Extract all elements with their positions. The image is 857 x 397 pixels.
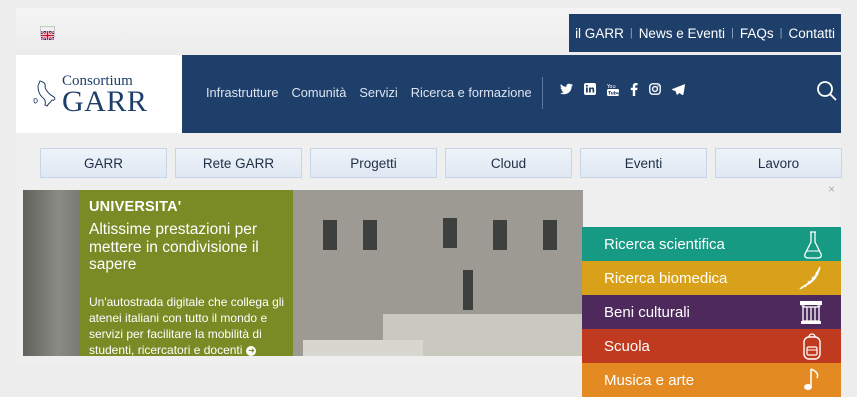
main-header: Consortium GARR Infrastrutture Comunità …	[16, 55, 841, 133]
main-nav: Infrastrutture Comunità Servizi Ricerca …	[206, 85, 545, 100]
nav-divider	[542, 77, 543, 109]
search-icon[interactable]	[816, 80, 838, 107]
side-item-label: Scuola	[604, 338, 650, 355]
hero-kicker: UNIVERSITA'	[89, 199, 182, 215]
top-strip: il GARR | News e Eventi | FAQs | Contatt…	[16, 8, 841, 55]
side-item-label: Ricerca biomedica	[604, 270, 728, 287]
social-links: You Tube	[560, 82, 696, 100]
side-item-scuola[interactable]: Scuola	[582, 329, 841, 363]
side-item-label: Beni culturali	[604, 304, 690, 321]
flask-icon	[804, 231, 822, 259]
logo[interactable]: Consortium GARR	[16, 55, 182, 133]
twitter-icon[interactable]	[560, 83, 573, 100]
logo-text-garr: GARR	[62, 85, 148, 118]
svg-text:Tube: Tube	[608, 91, 619, 97]
music-icon	[804, 368, 819, 390]
nav-item-comunita[interactable]: Comunità	[292, 85, 347, 100]
telegram-icon[interactable]	[672, 83, 686, 100]
linkedin-icon[interactable]	[584, 83, 596, 100]
side-item-ricerca-scientifica[interactable]: Ricerca scientifica	[582, 227, 841, 261]
side-item-label: Musica e arte	[604, 372, 695, 389]
italy-map-icon	[33, 80, 56, 107]
youtube-icon[interactable]: You Tube	[606, 83, 620, 100]
facebook-icon[interactable]	[630, 82, 638, 100]
nav-item-infrastrutture[interactable]: Infrastrutture	[206, 85, 279, 100]
close-icon[interactable]: ×	[828, 182, 835, 196]
side-item-beni-culturali[interactable]: Beni culturali	[582, 295, 841, 329]
column-icon	[800, 301, 822, 324]
instagram-icon[interactable]	[649, 83, 661, 100]
side-item-musica-arte[interactable]: Musica e arte	[582, 363, 841, 397]
backpack-icon	[803, 333, 821, 360]
hero-caption: UNIVERSITA' Altissime prestazioni per me…	[80, 190, 294, 358]
utility-nav: il GARR | News e Eventi | FAQs | Contatt…	[569, 14, 841, 52]
util-link-il-garr[interactable]: il GARR	[575, 26, 624, 41]
util-link-faqs[interactable]: FAQs	[740, 26, 774, 41]
nav-item-servizi[interactable]: Servizi	[359, 85, 397, 100]
arrow-right-icon[interactable]: ➜	[246, 345, 257, 356]
separator: |	[629, 27, 633, 39]
nav-item-ricerca-formazione[interactable]: Ricerca e formazione	[411, 85, 532, 100]
hero-headline[interactable]: Altissime prestazioni per mettere in con…	[89, 221, 289, 274]
section-tab-progetti[interactable]: Progetti	[310, 148, 437, 178]
side-item-label: Ricerca scientifica	[604, 236, 725, 253]
section-tab-lavoro[interactable]: Lavoro	[715, 148, 842, 178]
util-link-contatti[interactable]: Contatti	[788, 26, 835, 41]
dna-icon	[799, 266, 821, 290]
separator: |	[779, 27, 783, 39]
side-item-ricerca-biomedica[interactable]: Ricerca biomedica	[582, 261, 841, 295]
util-link-news-eventi[interactable]: News e Eventi	[639, 26, 725, 41]
hero-body[interactable]: Un'autostrada digitale che collega gli a…	[89, 294, 294, 358]
section-tab-cloud[interactable]: Cloud	[445, 148, 572, 178]
separator: |	[730, 27, 734, 39]
section-tab-garr[interactable]: GARR	[40, 148, 167, 178]
english-flag-icon[interactable]	[40, 26, 55, 41]
section-tab-eventi[interactable]: Eventi	[580, 148, 707, 178]
section-tab-rete-garr[interactable]: Rete GARR	[175, 148, 302, 178]
